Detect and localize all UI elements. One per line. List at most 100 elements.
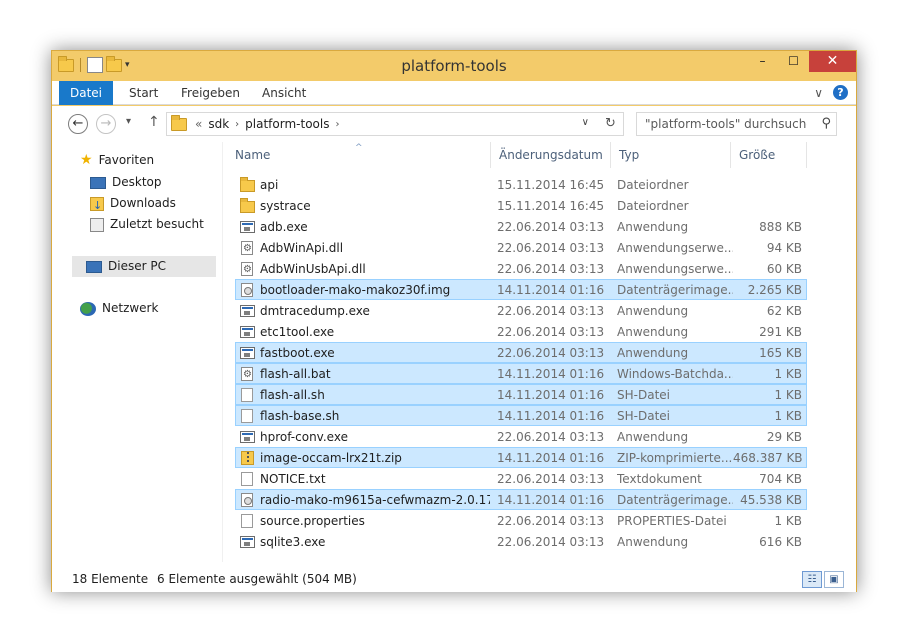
window-controls: – ☐ ✕: [747, 51, 856, 72]
file-date: 22.06.2014 03:13: [497, 220, 605, 234]
file-date: 22.06.2014 03:13: [497, 514, 605, 528]
zip-file-icon: [241, 451, 254, 465]
breadcrumb-chevron-icon[interactable]: ›: [235, 119, 239, 130]
search-box[interactable]: ⚲: [636, 112, 837, 136]
minimize-button[interactable]: –: [747, 51, 778, 72]
dll-file-icon: [241, 365, 253, 385]
file-name: etc1tool.exe: [260, 325, 335, 339]
table-row[interactable]: sqlite3.exe 22.06.2014 03:13 Anwendung 616 …: [235, 531, 807, 552]
table-row[interactable]: adb.exe 22.06.2014 03:13 Anwendung 888 KB: [235, 216, 807, 237]
table-row[interactable]: api 15.11.2014 16:45 Dateiordner: [235, 174, 807, 195]
sidebar-item-this-pc[interactable]: Dieser PC: [72, 256, 216, 277]
table-row[interactable]: systrace 15.11.2014 16:45 Dateiordner: [235, 195, 807, 216]
file-type: Anwendung: [617, 430, 689, 444]
file-name: systrace: [260, 199, 311, 213]
table-row[interactable]: hprof-conv.exe 22.06.2014 03:13 Anwendung 2…: [235, 426, 807, 447]
sidebar-item-recent[interactable]: Zuletzt besucht: [90, 214, 204, 235]
file-list: Name ^ Änderungsdatum Typ Größe api 15.11…: [227, 142, 807, 562]
sidebar-item-desktop[interactable]: Desktop: [90, 172, 162, 193]
file-type: Dateiordner: [617, 178, 689, 192]
table-row[interactable]: bootloader-mako-makoz30f.img 14.11.2014 0…: [235, 279, 807, 300]
sidebar-item-downloads[interactable]: Downloads: [90, 193, 176, 216]
file-date: 22.06.2014 03:13: [497, 241, 605, 255]
sidebar-item-favorites[interactable]: ★ Favoriten: [80, 150, 154, 171]
breadcrumb-chevron-icon[interactable]: ›: [335, 119, 339, 130]
column-size[interactable]: Größe: [731, 142, 807, 168]
file-date: 14.11.2014 01:16: [497, 409, 605, 423]
file-size: 29 KB: [766, 430, 802, 444]
sidebar-item-label: Zuletzt besucht: [110, 217, 204, 231]
search-icon[interactable]: ⚲: [821, 116, 831, 131]
table-row[interactable]: etc1tool.exe 22.06.2014 03:13 Anwendung 291…: [235, 321, 807, 342]
file-date: 22.06.2014 03:13: [497, 472, 605, 486]
address-folder-icon: [171, 114, 187, 131]
dll-file-icon: [241, 260, 253, 280]
ribbon-controls: ∨ ?: [814, 85, 848, 100]
sidebar-item-label: Downloads: [110, 196, 176, 210]
table-row[interactable]: dmtracedump.exe 22.06.2014 03:13 Anwendung…: [235, 300, 807, 321]
address-dropdown-icon[interactable]: ∨: [582, 117, 589, 128]
file-date: 14.11.2014 01:16: [497, 283, 605, 297]
star-icon: ★: [80, 152, 93, 168]
tab-home[interactable]: Start: [119, 81, 168, 105]
large-icons-view-button[interactable]: ▣: [824, 571, 844, 588]
file-size: 62 KB: [766, 304, 802, 318]
search-input[interactable]: [637, 113, 807, 135]
file-name: bootloader-mako-makoz30f.img: [260, 283, 451, 297]
file-type: Anwendung: [617, 220, 689, 234]
table-row[interactable]: image-occam-lrx21t.zip 14.11.2014 01:16 ZI…: [235, 447, 807, 468]
breadcrumb-overflow[interactable]: «: [195, 117, 202, 131]
file-name: radio-mako-m9615a-cefwmazm-2.0.170...: [260, 493, 490, 507]
back-button[interactable]: ←: [68, 114, 88, 134]
navigation-pane: ★ Favoriten Desktop Downloads Zuletzt be…: [60, 142, 218, 562]
title-bar[interactable]: ▾ platform-tools – ☐ ✕: [52, 51, 856, 81]
tab-view[interactable]: Ansicht: [252, 81, 316, 105]
tab-file[interactable]: Datei: [59, 81, 113, 105]
table-row[interactable]: AdbWinApi.dll 22.06.2014 03:13 Anwendungse…: [235, 237, 807, 259]
table-row[interactable]: flash-base.sh 14.11.2014 01:16 SH-Datei 1 K…: [235, 405, 807, 426]
table-row[interactable]: flash-all.sh 14.11.2014 01:16 SH-Datei 1 KB: [235, 384, 807, 405]
file-type: Anwendung: [617, 304, 689, 318]
file-name: flash-base.sh: [260, 409, 340, 423]
up-button[interactable]: ↑: [148, 114, 160, 130]
sidebar-item-network[interactable]: Netzwerk: [80, 298, 158, 319]
file-name: api: [260, 178, 279, 192]
refresh-button[interactable]: ↻: [598, 112, 624, 136]
help-icon[interactable]: ?: [833, 85, 848, 100]
table-row[interactable]: fastboot.exe 22.06.2014 03:13 Anwendung 165…: [235, 342, 807, 363]
file-size: 468.387 KB: [733, 451, 802, 465]
txt-file-icon: [241, 472, 253, 486]
breadcrumb-sdk[interactable]: sdk: [208, 117, 229, 131]
file-size: 704 KB: [759, 472, 802, 486]
column-type[interactable]: Typ: [611, 142, 731, 168]
column-date[interactable]: Änderungsdatum: [491, 142, 611, 168]
address-bar[interactable]: « sdk › platform-tools › ∨: [166, 112, 624, 136]
table-row[interactable]: radio-mako-m9615a-cefwmazm-2.0.170... 14.…: [235, 489, 807, 510]
details-view-button[interactable]: ☷: [802, 571, 822, 588]
file-size: 165 KB: [759, 346, 802, 360]
close-button[interactable]: ✕: [809, 51, 856, 72]
selection-info: 6 Elemente ausgewählt (504 MB): [157, 572, 357, 586]
expand-ribbon-chevron-icon[interactable]: ∨: [814, 86, 823, 100]
table-row[interactable]: source.properties 22.06.2014 03:13 PROPERT…: [235, 510, 807, 531]
file-date: 14.11.2014 01:16: [497, 367, 605, 381]
column-name-label: Name: [235, 148, 271, 162]
computer-icon: [86, 260, 102, 273]
file-type: SH-Datei: [617, 409, 670, 423]
breadcrumb-platform-tools[interactable]: platform-tools: [245, 117, 329, 131]
table-row[interactable]: flash-all.bat 14.11.2014 01:16 Windows-Bat…: [235, 363, 807, 385]
file-type: PROPERTIES-Datei: [617, 514, 727, 528]
sidebar-item-label: Netzwerk: [102, 301, 159, 315]
maximize-button[interactable]: ☐: [778, 51, 809, 72]
file-date: 22.06.2014 03:13: [497, 262, 605, 276]
column-name[interactable]: Name ^: [227, 142, 491, 168]
forward-button[interactable]: →: [96, 114, 116, 134]
exe-file-icon: [240, 326, 255, 338]
table-row[interactable]: NOTICE.txt 22.06.2014 03:13 Textdokument 70…: [235, 468, 807, 489]
recent-locations-chevron-icon[interactable]: ▾: [126, 116, 131, 127]
pane-divider[interactable]: [222, 142, 223, 562]
file-type: Windows-Batchda...: [617, 367, 733, 381]
tab-share[interactable]: Freigeben: [171, 81, 250, 105]
table-row[interactable]: AdbWinUsbApi.dll 22.06.2014 03:13 Anwendun…: [235, 258, 807, 280]
folder-file-icon: [240, 198, 255, 213]
